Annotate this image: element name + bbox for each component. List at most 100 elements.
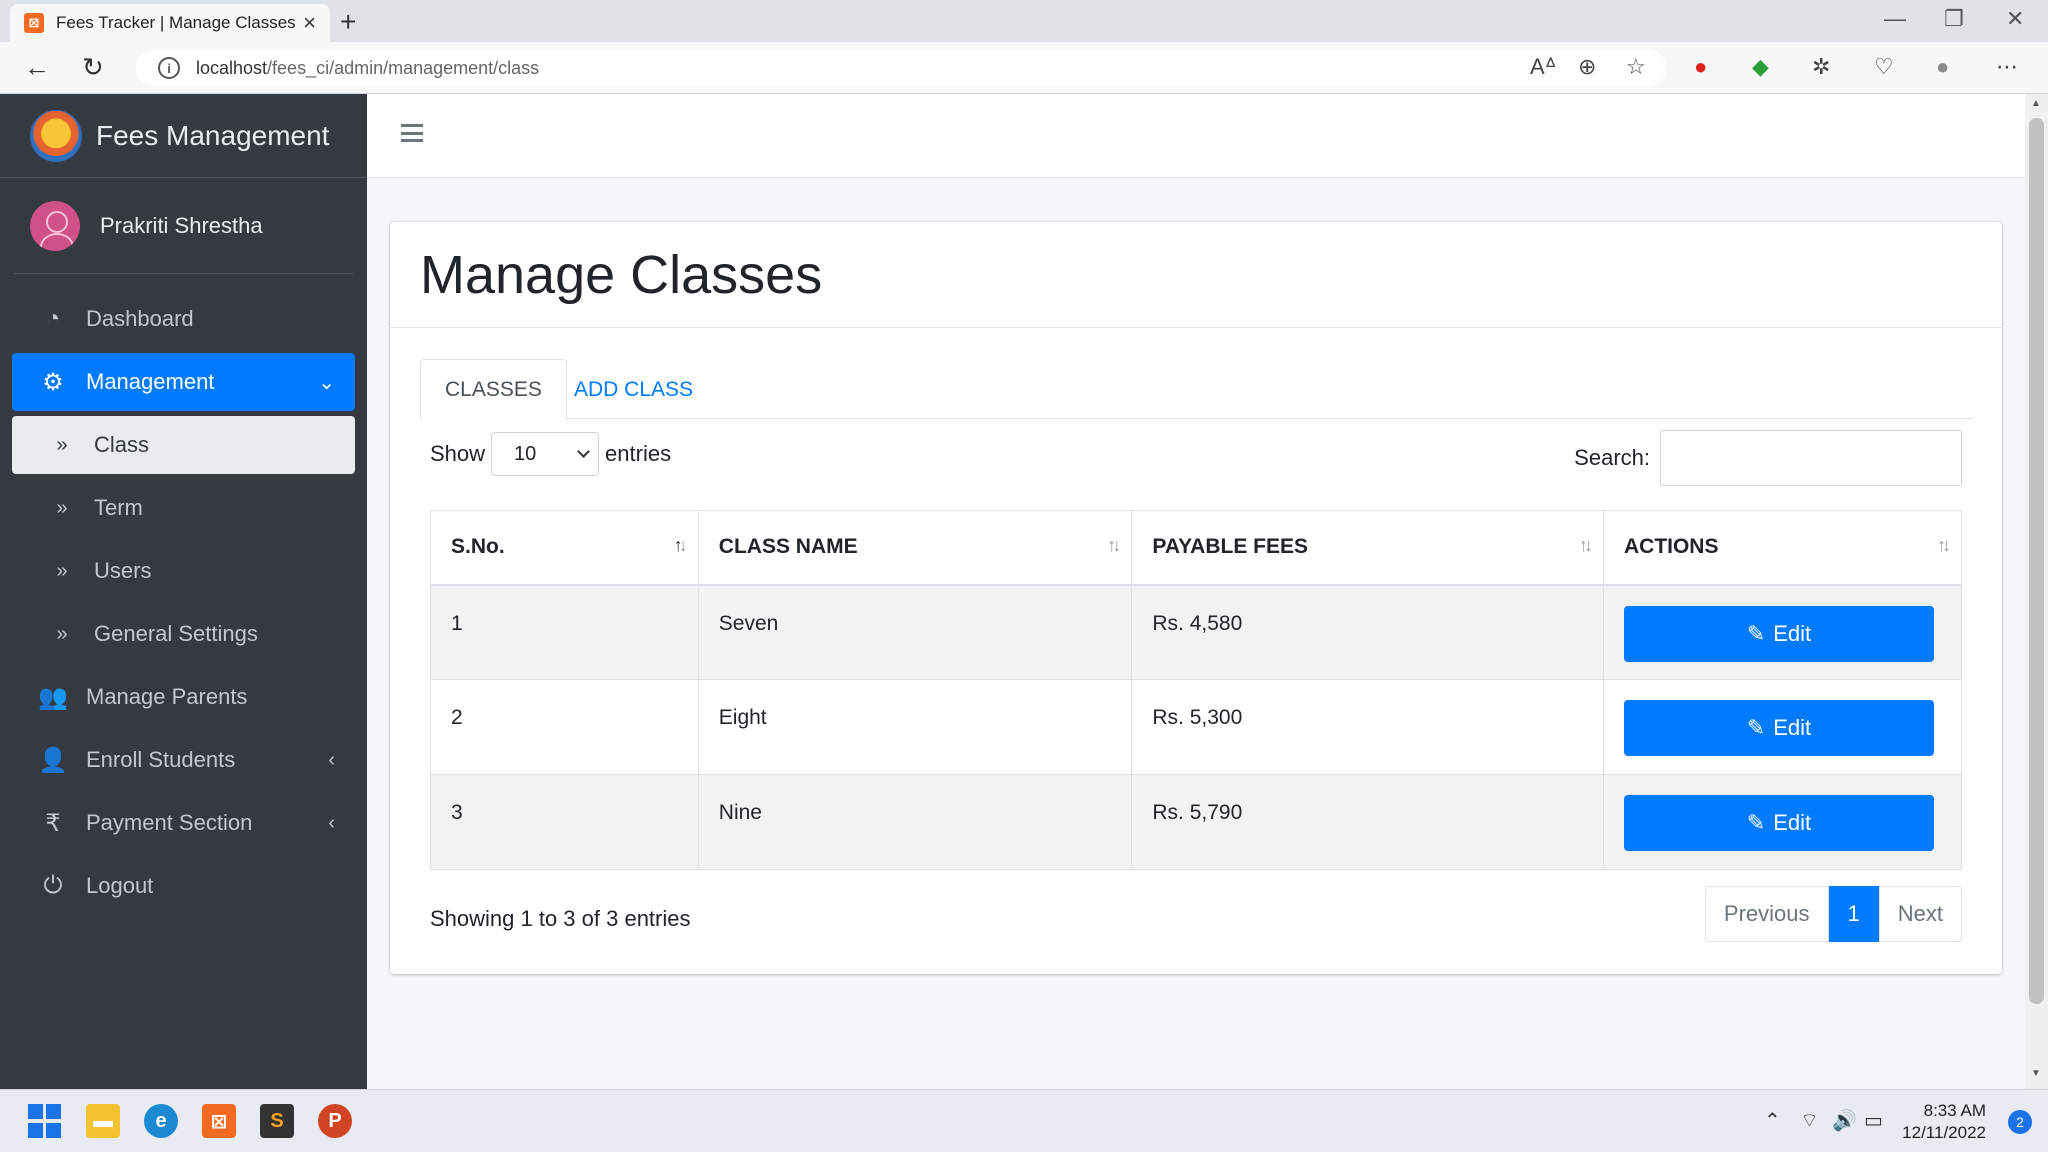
profile-icon[interactable]: ●: [1936, 54, 1949, 80]
search-control: Search:: [1574, 430, 1962, 486]
close-window-icon[interactable]: ✕: [2006, 6, 2024, 32]
gears-icon: ⚙: [42, 368, 64, 396]
more-menu-icon[interactable]: ⋯: [1996, 54, 2018, 80]
scroll-up-icon[interactable]: ▲: [2031, 98, 2041, 109]
sidebar-item-manage-parents[interactable]: 👥 Manage Parents: [12, 668, 355, 726]
double-chevron-icon: »: [56, 622, 68, 645]
page-1-button[interactable]: 1: [1828, 886, 1879, 942]
cell-actions: ✎ Edit: [1602, 774, 1963, 870]
sublime-text-icon[interactable]: S: [260, 1104, 294, 1138]
cell-actions: ✎ Edit: [1602, 679, 1963, 775]
extensions-puzzle-icon[interactable]: ✲: [1812, 54, 1830, 80]
entries-select[interactable]: 10: [491, 432, 600, 476]
opera-extension-icon[interactable]: ●: [1694, 54, 1707, 80]
browser-toolbar: ← ↻ i localhost/fees_ci/admin/management…: [0, 42, 2048, 94]
column-header-payable-fees[interactable]: PAYABLE FEES ↑↓: [1131, 510, 1604, 586]
edge-browser-icon[interactable]: e: [144, 1104, 178, 1138]
notification-badge[interactable]: 2: [2008, 1110, 2032, 1134]
scroll-down-icon[interactable]: ▼: [2031, 1068, 2041, 1079]
sidebar-item-label: Term: [94, 495, 143, 520]
edit-icon: ✎: [1746, 620, 1766, 646]
next-page-button[interactable]: Next: [1878, 886, 1962, 942]
double-chevron-icon: »: [56, 496, 68, 519]
sort-icon: ↑↓: [1937, 535, 1951, 555]
column-header-actions[interactable]: ACTIONS ↑↓: [1602, 510, 1963, 586]
sidebar-item-general-settings[interactable]: » General Settings: [12, 605, 355, 663]
page-title: Manage Classes: [420, 244, 823, 305]
read-aloud-icon[interactable]: Aᐞ: [1530, 54, 1557, 80]
hamburger-menu-icon[interactable]: [401, 124, 423, 142]
zoom-icon[interactable]: ⊕: [1578, 54, 1596, 80]
column-header-class-name[interactable]: CLASS NAME ↑↓: [697, 510, 1133, 586]
cell-sno: 3: [430, 774, 699, 870]
reload-icon[interactable]: ↻: [82, 52, 104, 83]
close-tab-icon[interactable]: ×: [303, 10, 316, 36]
windows-start-icon[interactable]: [27, 1104, 61, 1138]
xampp-icon[interactable]: ⊠: [202, 1104, 236, 1138]
entries-select-value: 10: [514, 442, 537, 465]
sidebar-item-label: Manage Parents: [86, 684, 248, 709]
tab-classes[interactable]: CLASSES: [420, 359, 567, 420]
battery-icon[interactable]: ▭: [1864, 1108, 1883, 1133]
edit-button[interactable]: ✎ Edit: [1623, 605, 1934, 662]
sidebar-item-payment-section[interactable]: ₹ Payment Section ‹: [12, 794, 355, 852]
card-header: Manage Classes: [390, 222, 2002, 328]
sidebar-item-management[interactable]: ⚙ Management ⌄: [12, 353, 355, 411]
search-input[interactable]: [1660, 430, 1962, 486]
vertical-scrollbar[interactable]: ▲ ▼: [2025, 94, 2048, 1089]
column-header-sno[interactable]: S.No. ↑↓: [430, 510, 699, 586]
system-clock[interactable]: 8:33 AM 12/11/2022: [1902, 1100, 1986, 1144]
cell-class-name: Seven: [697, 584, 1133, 680]
top-navbar: [367, 94, 2025, 178]
classes-table: S.No. ↑↓ CLASS NAME ↑↓ PAYABLE FEES ↑↓ ACTI…: [430, 510, 1963, 870]
extension-icon[interactable]: ◆: [1752, 54, 1769, 80]
volume-icon[interactable]: 🔊: [1832, 1108, 1857, 1133]
user-plus-icon: 👤: [38, 746, 68, 774]
minimize-icon[interactable]: —: [1884, 6, 1906, 32]
browser-tab[interactable]: ⊠ Fees Tracker | Manage Classes ×: [10, 4, 330, 42]
powerpoint-icon[interactable]: P: [318, 1104, 352, 1138]
scrollbar-thumb[interactable]: [2029, 118, 2044, 1004]
site-info-icon[interactable]: i: [158, 57, 180, 79]
favorite-icon[interactable]: ☆: [1626, 54, 1646, 80]
power-icon: ⏻: [43, 872, 63, 899]
sort-icon: ↑↓: [1107, 535, 1121, 555]
sidebar-item-label: Enroll Students: [86, 747, 236, 772]
restore-icon[interactable]: ❐: [1944, 6, 1964, 32]
previous-page-button[interactable]: Previous: [1704, 886, 1829, 942]
rupee-icon: ₹: [45, 809, 61, 837]
cell-class-name: Eight: [697, 679, 1133, 775]
edit-button[interactable]: ✎ Edit: [1623, 795, 1934, 851]
tab-add-class[interactable]: ADD CLASS: [550, 359, 717, 420]
column-header-label: PAYABLE FEES: [1152, 535, 1309, 559]
column-header-label: S.No.: [451, 535, 505, 559]
sidebar-item-logout[interactable]: ⏻ Logout: [12, 857, 355, 915]
sidebar-item-dashboard[interactable]: ◔ Dashboard: [12, 290, 355, 348]
brand-logo: [30, 109, 82, 162]
edit-label: Edit: [1773, 620, 1812, 646]
sidebar-item-label: Users: [94, 558, 152, 583]
chevron-left-icon: ‹: [328, 748, 335, 771]
url-path: /fees_ci/admin/management/class: [267, 57, 540, 78]
sidebar-item-users[interactable]: » Users: [12, 542, 355, 600]
edit-button[interactable]: ✎ Edit: [1623, 700, 1934, 756]
sidebar-item-label: Class: [94, 432, 150, 457]
back-icon[interactable]: ←: [24, 52, 50, 83]
cell-fees: Rs. 5,790: [1131, 774, 1604, 870]
sidebar-item-term[interactable]: » Term: [12, 479, 355, 537]
edit-icon: ✎: [1746, 810, 1766, 835]
brand-link[interactable]: Fees Management: [0, 94, 367, 178]
sidebar-item-class[interactable]: » Class: [12, 416, 355, 474]
xampp-favicon-icon: ⊠: [24, 13, 44, 33]
sidebar-item-label: Dashboard: [86, 306, 194, 331]
new-tab-icon[interactable]: +: [340, 6, 356, 38]
sidebar-item-enroll-students[interactable]: 👤 Enroll Students ‹: [12, 731, 355, 789]
address-bar[interactable]: i localhost/fees_ci/admin/management/cla…: [136, 49, 1666, 87]
wifi-icon[interactable]: ⌔: [1800, 1108, 1819, 1133]
file-explorer-icon[interactable]: ▬: [86, 1104, 120, 1138]
tray-chevron-up-icon[interactable]: ⌃: [1764, 1108, 1781, 1133]
table-row: 3 Nine Rs. 5,790 ✎ Edit: [430, 774, 1963, 870]
cell-sno: 2: [430, 679, 699, 775]
user-panel[interactable]: Prakriti Shrestha: [14, 178, 353, 274]
health-icon[interactable]: ♡: [1874, 54, 1894, 80]
